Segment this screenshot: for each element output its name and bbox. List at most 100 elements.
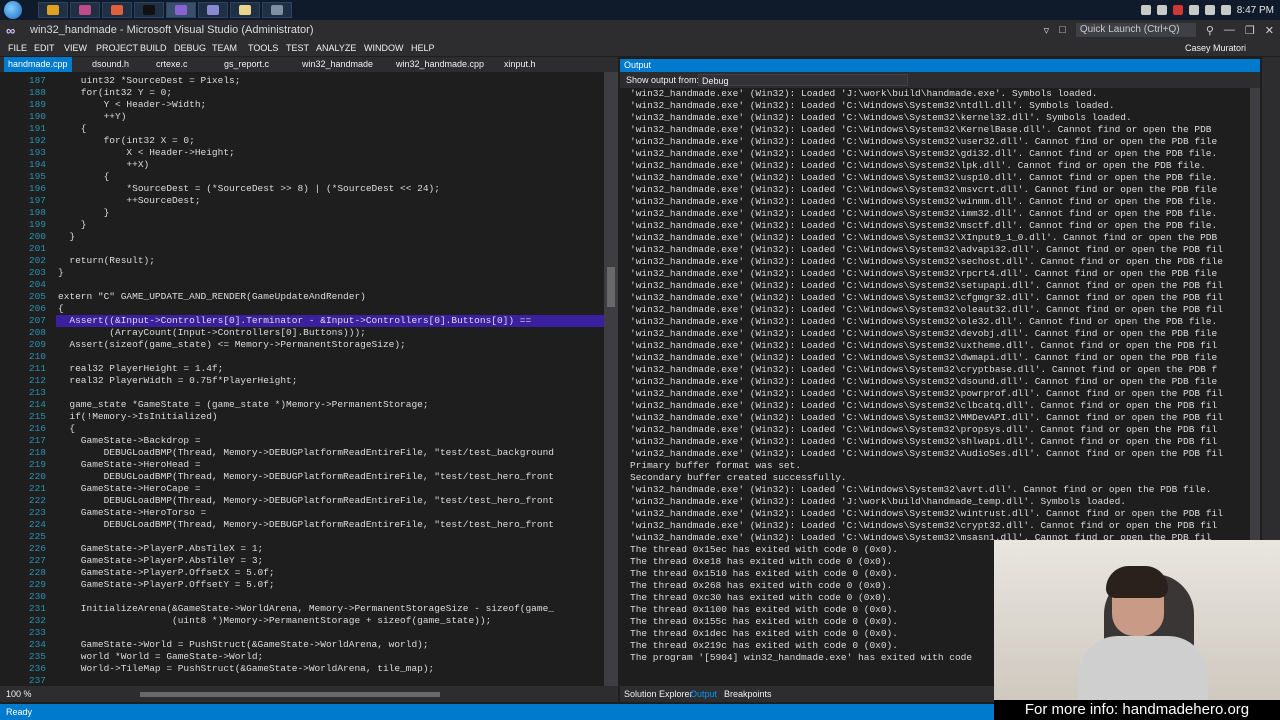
code-line[interactable]: GameState->World = PushStruct(&GameState… (58, 639, 429, 650)
line-number: 233 (28, 627, 46, 638)
menu-team[interactable]: TEAM (212, 43, 237, 53)
code-line[interactable]: real32 PlayerHeight = 1.4f; (58, 363, 223, 374)
tab-output[interactable]: Output (690, 689, 717, 699)
scrollbar-thumb[interactable] (607, 267, 615, 307)
code-line[interactable]: (ArrayCount(Input->Controllers[0].Button… (58, 327, 366, 338)
code-line[interactable]: } (58, 267, 64, 278)
code-line[interactable]: { (58, 303, 64, 314)
menu-build[interactable]: BUILD (140, 43, 167, 53)
code-editor[interactable]: 187 uint32 *SourceDest = Pixels; 188 for(… (0, 72, 604, 686)
code-line[interactable]: GameState->HeroCape = (58, 483, 201, 494)
code-line[interactable]: GameState->HeroTorso = (58, 507, 206, 518)
taskbar-app-button[interactable] (262, 2, 292, 18)
menu-help[interactable]: HELP (411, 43, 435, 53)
tab-gs-report-c[interactable]: gs_report.c (220, 57, 273, 72)
code-line[interactable]: World->TileMap = PushStruct(&GameState->… (58, 663, 434, 674)
code-line[interactable]: { (58, 123, 87, 134)
menu-view[interactable]: VIEW (64, 43, 87, 53)
menu-edit[interactable]: EDIT (34, 43, 55, 53)
tray-icon[interactable] (1172, 5, 1183, 15)
code-line[interactable]: DEBUGLoadBMP(Thread, Memory->DEBUGPlatfo… (58, 519, 554, 530)
tab-handmade-cpp[interactable]: handmade.cpp (4, 57, 72, 72)
search-icon[interactable]: ⚲ (1206, 24, 1214, 37)
status-text: Ready (6, 707, 33, 717)
code-line[interactable]: GameState->PlayerP.AbsTileX = 1; (58, 543, 263, 554)
taskbar-clock[interactable]: 8:47 PM (1237, 5, 1274, 16)
code-line[interactable]: *SourceDest = (*SourceDest >> 8) | (*Sou… (58, 183, 440, 194)
signed-in-user[interactable]: Casey Muratori (1185, 43, 1246, 53)
menu-debug[interactable]: DEBUG (174, 43, 206, 53)
feedback-icon[interactable]: □ (1059, 24, 1066, 36)
code-line[interactable]: uint32 *SourceDest = Pixels; (58, 75, 241, 86)
zoom-level[interactable]: 100 % (6, 689, 32, 699)
maximize-icon[interactable]: ❐ (1245, 24, 1255, 37)
filter-icon[interactable]: ▿ (1044, 24, 1050, 37)
tray-icon[interactable] (1188, 5, 1199, 15)
output-source-select[interactable]: Debug (698, 74, 908, 86)
taskbar-app-button[interactable] (198, 2, 228, 18)
code-line[interactable]: for(int32 Y = 0; (58, 87, 172, 98)
menu-file[interactable]: FILE (8, 43, 27, 53)
taskbar-console-button[interactable] (134, 2, 164, 18)
taskbar-explorer-button[interactable] (230, 2, 260, 18)
code-line[interactable]: Assert(sizeof(game_state) <= Memory->Per… (58, 339, 405, 350)
code-line[interactable]: ++X) (58, 159, 149, 170)
code-line[interactable]: game_state *GameState = (game_state *)Me… (58, 399, 428, 410)
menu-tools[interactable]: TOOLS (248, 43, 278, 53)
tray-icon[interactable] (1156, 5, 1167, 15)
tab-breakpoints[interactable]: Breakpoints (724, 689, 772, 699)
close-icon[interactable]: ✕ (1265, 24, 1274, 37)
tray-icon[interactable] (1140, 5, 1151, 15)
network-icon[interactable] (1220, 5, 1231, 15)
code-line[interactable]: DEBUGLoadBMP(Thread, Memory->DEBUGPlatfo… (58, 495, 554, 506)
editor-horizontal-scrollbar[interactable] (140, 692, 440, 697)
code-line[interactable]: return(Result); (58, 255, 155, 266)
code-line[interactable]: InitializeArena(&GameState->WorldArena, … (58, 603, 554, 614)
code-line[interactable]: X < Header->Height; (58, 147, 234, 158)
code-line[interactable]: (uint8 *)Memory->PermanentStorage + size… (58, 615, 491, 626)
code-line[interactable]: GameState->PlayerP.OffsetX = 5.0f; (58, 567, 275, 578)
taskbar-chrome-button[interactable] (38, 2, 68, 18)
start-button[interactable] (4, 1, 22, 19)
code-line[interactable]: GameState->Backdrop = (58, 435, 201, 446)
code-line[interactable]: GameState->HeroHead = (58, 459, 201, 470)
volume-icon[interactable] (1204, 5, 1215, 15)
minimize-icon[interactable]: — (1224, 24, 1235, 36)
code-line[interactable]: real32 PlayerWidth = 0.75f*PlayerHeight; (58, 375, 297, 386)
tab-xinput-h[interactable]: xinput.h (500, 57, 540, 72)
code-line[interactable]: if(!Memory->IsInitialized) (58, 411, 217, 422)
code-line[interactable]: } (58, 219, 87, 230)
code-line[interactable]: world *World = GameState->World; (58, 651, 263, 662)
editor-vertical-scrollbar[interactable] (604, 72, 618, 686)
tab-win32-handmade-cpp[interactable]: win32_handmade.cpp (392, 57, 488, 72)
code-line[interactable]: { (58, 171, 110, 182)
tab-solution-explorer[interactable]: Solution Explorer (624, 689, 693, 699)
taskbar-app-button[interactable] (70, 2, 100, 18)
code-line[interactable]: ++Y) (58, 111, 127, 122)
quick-launch-input[interactable]: Quick Launch (Ctrl+Q) (1075, 23, 1196, 37)
line-number: 222 (28, 495, 46, 506)
tab-win32-handmade[interactable]: win32_handmade (298, 57, 377, 72)
code-line[interactable]: DEBUGLoadBMP(Thread, Memory->DEBUGPlatfo… (58, 471, 554, 482)
code-line[interactable]: for(int32 X = 0; (58, 135, 195, 146)
code-line[interactable]: { (58, 423, 75, 434)
menu-window[interactable]: WINDOW (364, 43, 404, 53)
code-line[interactable]: GameState->PlayerP.AbsTileY = 3; (58, 555, 263, 566)
menu-project[interactable]: PROJECT (96, 43, 138, 53)
code-line[interactable]: DEBUGLoadBMP(Thread, Memory->DEBUGPlatfo… (58, 447, 554, 458)
menu-analyze[interactable]: ANALYZE (316, 43, 356, 53)
output-line: 'win32_handmade.exe' (Win32): Loaded 'C:… (630, 388, 1223, 399)
output-line: 'win32_handmade.exe' (Win32): Loaded 'C:… (630, 508, 1223, 519)
code-line[interactable]: ++SourceDest; (58, 195, 200, 206)
code-line[interactable]: Y < Header->Width; (58, 99, 207, 110)
code-line[interactable]: Assert((&Input->Controllers[0].Terminato… (58, 315, 531, 326)
tab-crtexe-c[interactable]: crtexe.c (152, 57, 192, 72)
code-line[interactable]: } (58, 231, 75, 242)
code-line[interactable]: extern "C" GAME_UPDATE_AND_RENDER(GameUp… (58, 291, 366, 302)
menu-test[interactable]: TEST (286, 43, 309, 53)
code-line[interactable]: } (58, 207, 110, 218)
tab-dsound-h[interactable]: dsound.h (88, 57, 133, 72)
taskbar-firefox-button[interactable] (102, 2, 132, 18)
code-line[interactable]: GameState->PlayerP.OffsetY = 5.0f; (58, 579, 275, 590)
taskbar-visual-studio-button[interactable] (166, 2, 196, 18)
